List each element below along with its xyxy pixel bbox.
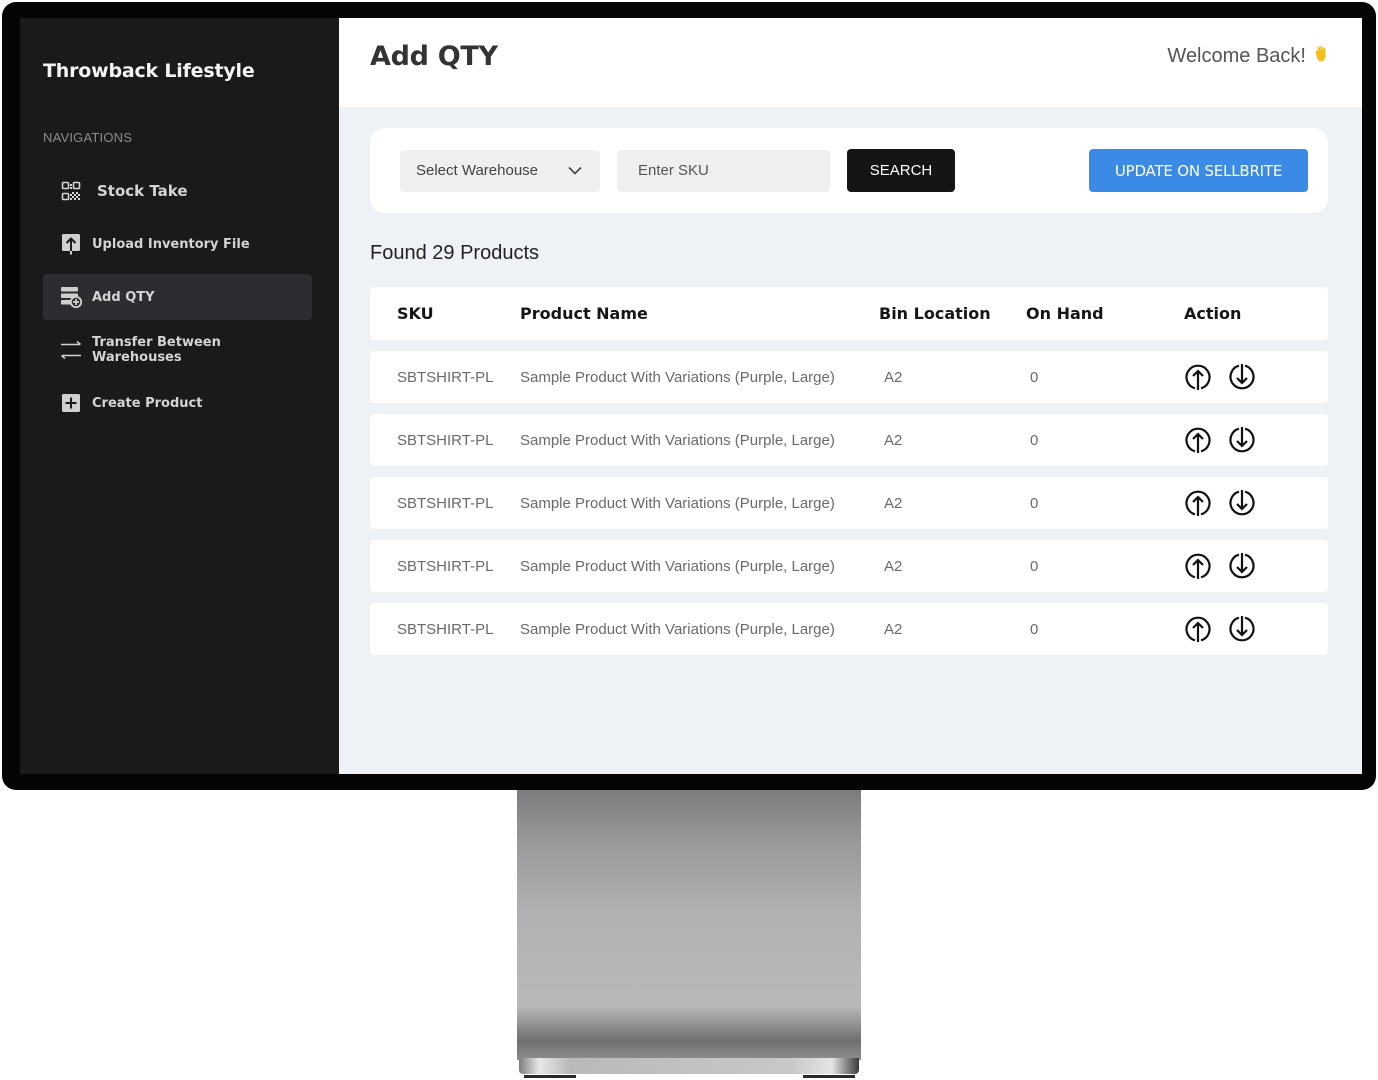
add-list-icon	[60, 286, 82, 308]
app-screen: Throwback Lifestyle NAVIGATIONS Stock Ta…	[20, 18, 1362, 774]
arrow-up-circle-icon[interactable]	[1184, 552, 1212, 580]
welcome-text: Welcome Back!	[1167, 44, 1306, 67]
warehouse-select[interactable]: Select Warehouse	[400, 149, 600, 192]
arrow-up-circle-icon[interactable]	[1184, 426, 1212, 454]
stand-foot	[803, 1075, 855, 1078]
column-header-product-name[interactable]: Product Name	[520, 304, 879, 323]
upload-file-icon	[60, 233, 82, 255]
cell-on-hand: 0	[1030, 494, 1039, 512]
sidebar-item-label: Stock Take	[97, 182, 188, 200]
content-area: Select Warehouse SEARCH UPDATE ON SELLBR…	[339, 107, 1362, 666]
cell-product-name: Sample Product With Variations (Purple, …	[520, 620, 835, 638]
products-table: SKU Product Name Bin Location On Hand Ac…	[370, 287, 1328, 655]
cell-actions	[1184, 489, 1256, 517]
cell-sku: SBTSHIRT-PL	[397, 431, 494, 449]
cell-sku: SBTSHIRT-PL	[397, 368, 494, 386]
column-header-bin-location[interactable]: Bin Location	[879, 304, 1026, 323]
sidebar-item-label: Add QTY	[92, 289, 155, 305]
top-bar: Add QTY Welcome Back!	[339, 18, 1362, 107]
chevron-down-icon	[568, 162, 582, 179]
transfer-arrows-icon	[60, 339, 82, 361]
cell-sku: SBTSHIRT-PL	[397, 620, 494, 638]
monitor-bezel: Throwback Lifestyle NAVIGATIONS Stock Ta…	[2, 2, 1376, 790]
plus-square-icon	[60, 392, 82, 414]
cell-on-hand: 0	[1030, 620, 1039, 638]
table-row: SBTSHIRT-PL Sample Product With Variatio…	[370, 603, 1328, 655]
cell-sku: SBTSHIRT-PL	[397, 494, 494, 512]
nav-section-label: NAVIGATIONS	[43, 130, 133, 145]
cell-bin-location: A2	[884, 431, 903, 449]
column-header-sku[interactable]: SKU	[397, 304, 520, 323]
column-header-on-hand[interactable]: On Hand	[1026, 304, 1184, 323]
sidebar-item-transfer-between-warehouses[interactable]: Transfer Between Warehouses	[43, 327, 312, 373]
cell-bin-location: A2	[884, 620, 903, 638]
cell-sku: SBTSHIRT-PL	[397, 557, 494, 575]
cell-product-name: Sample Product With Variations (Purple, …	[520, 431, 835, 449]
sidebar-item-add-qty[interactable]: Add QTY	[43, 274, 312, 320]
table-row: SBTSHIRT-PL Sample Product With Variatio…	[370, 540, 1328, 592]
results-summary: Found 29 Products	[370, 242, 539, 264]
waving-hand-icon	[1312, 45, 1330, 68]
arrow-down-circle-icon[interactable]	[1228, 426, 1256, 454]
arrow-down-circle-icon[interactable]	[1228, 552, 1256, 580]
monitor-stand	[517, 790, 861, 1060]
sidebar: Throwback Lifestyle NAVIGATIONS Stock Ta…	[20, 18, 339, 774]
arrow-down-circle-icon[interactable]	[1228, 615, 1256, 643]
table-row: SBTSHIRT-PL Sample Product With Variatio…	[370, 414, 1328, 466]
cell-on-hand: 0	[1030, 368, 1039, 386]
sidebar-item-label: Transfer Between Warehouses	[92, 335, 221, 365]
cell-on-hand: 0	[1030, 557, 1039, 575]
cell-product-name: Sample Product With Variations (Purple, …	[520, 557, 835, 575]
qr-code-icon	[60, 180, 82, 202]
warehouse-select-value: Select Warehouse	[416, 162, 539, 179]
arrow-down-circle-icon[interactable]	[1228, 489, 1256, 517]
monitor-stand-base	[519, 1058, 859, 1074]
cell-on-hand: 0	[1030, 431, 1039, 449]
cell-actions	[1184, 552, 1256, 580]
table-row: SBTSHIRT-PL Sample Product With Variatio…	[370, 477, 1328, 529]
arrow-up-circle-icon[interactable]	[1184, 615, 1212, 643]
sidebar-item-create-product[interactable]: Create Product	[43, 380, 312, 426]
welcome-message: Welcome Back!	[1167, 45, 1330, 68]
cell-actions	[1184, 615, 1256, 643]
main-content: Add QTY Welcome Back! Select Warehouse E…	[339, 18, 1362, 774]
column-header-action: Action	[1184, 304, 1242, 323]
update-on-sellbrite-button[interactable]: UPDATE ON SELLBRITE	[1089, 149, 1308, 192]
search-button[interactable]: SEARCH	[847, 149, 955, 192]
table-row: SBTSHIRT-PL Sample Product With Variatio…	[370, 351, 1328, 403]
arrow-down-circle-icon[interactable]	[1228, 363, 1256, 391]
cell-bin-location: A2	[884, 368, 903, 386]
sidebar-item-label: Upload Inventory File	[92, 236, 250, 252]
sidebar-nav: Stock Take Upload Inventory File Add QTY…	[43, 168, 312, 433]
sku-input[interactable]	[617, 149, 830, 192]
cell-bin-location: A2	[884, 494, 903, 512]
cell-actions	[1184, 363, 1256, 391]
table-body: SBTSHIRT-PL Sample Product With Variatio…	[370, 351, 1328, 655]
brand-name: Throwback Lifestyle	[43, 60, 255, 82]
stand-foot	[524, 1075, 576, 1078]
page-title: Add QTY	[370, 40, 498, 72]
cell-bin-location: A2	[884, 557, 903, 575]
sidebar-item-label: Create Product	[92, 395, 203, 411]
cell-product-name: Sample Product With Variations (Purple, …	[520, 494, 835, 512]
arrow-up-circle-icon[interactable]	[1184, 363, 1212, 391]
table-header: SKU Product Name Bin Location On Hand Ac…	[370, 287, 1328, 340]
sidebar-item-stock-take[interactable]: Stock Take	[43, 168, 312, 214]
filter-bar: Select Warehouse SEARCH UPDATE ON SELLBR…	[370, 128, 1328, 213]
sidebar-item-upload-inventory-file[interactable]: Upload Inventory File	[43, 221, 312, 267]
arrow-up-circle-icon[interactable]	[1184, 489, 1212, 517]
cell-actions	[1184, 426, 1256, 454]
cell-product-name: Sample Product With Variations (Purple, …	[520, 368, 835, 386]
